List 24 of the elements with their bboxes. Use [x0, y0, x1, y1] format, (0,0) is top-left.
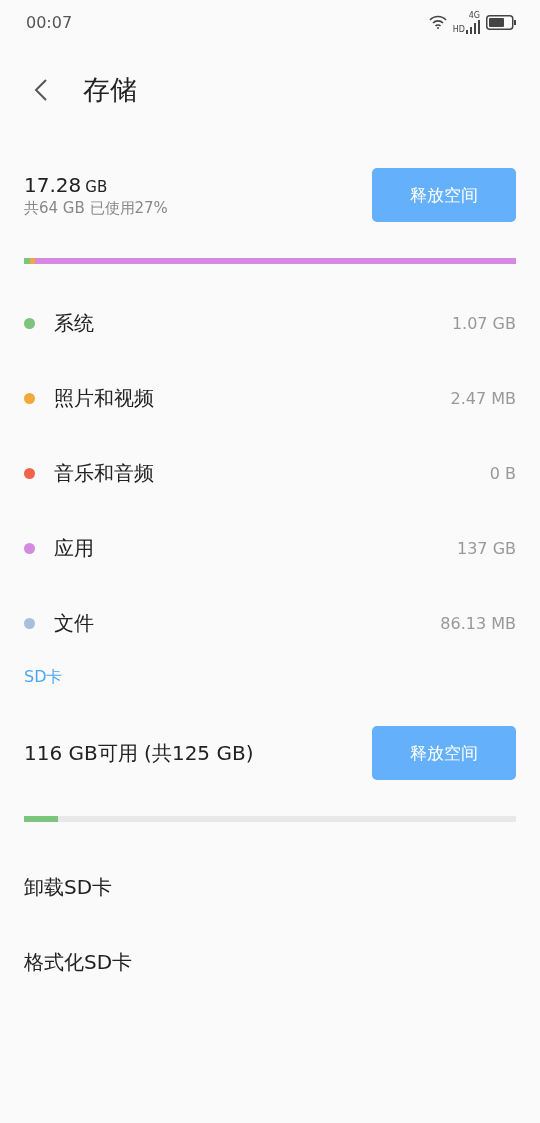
battery-icon: [486, 14, 516, 30]
category-size: 1.07 GB: [451, 314, 516, 333]
category-name: 文件: [54, 610, 95, 637]
sd-summary: 116 GB可用 (共125 GB): [24, 739, 254, 767]
category-name: 照片和视频: [54, 385, 155, 412]
page-title: 存储: [83, 73, 137, 107]
signal-icon: [466, 19, 480, 34]
network-label: 4G: [468, 10, 480, 20]
category-size: 86.13 MB: [440, 614, 516, 633]
used-unit: GB: [85, 177, 108, 196]
usage-summary: 共64 GB 已使用27%: [24, 198, 168, 218]
category-name: 音乐和音频: [54, 460, 155, 487]
category-size: 2.47 MB: [450, 389, 516, 408]
sd-action-item[interactable]: 格式化SD卡: [0, 925, 540, 1000]
status-time: 00:07: [26, 12, 73, 32]
category-size: 137 GB: [457, 539, 516, 558]
wifi-icon: [428, 15, 447, 29]
hd-label: HD: [452, 24, 465, 34]
used-value: 17.28: [24, 172, 82, 197]
category-name: 应用: [54, 535, 95, 562]
category-size: 0 B: [489, 464, 516, 483]
category-name: 系统: [54, 310, 95, 337]
sd-action-item[interactable]: 卸载SD卡: [0, 850, 540, 925]
section-header: SD卡: [23, 667, 64, 688]
